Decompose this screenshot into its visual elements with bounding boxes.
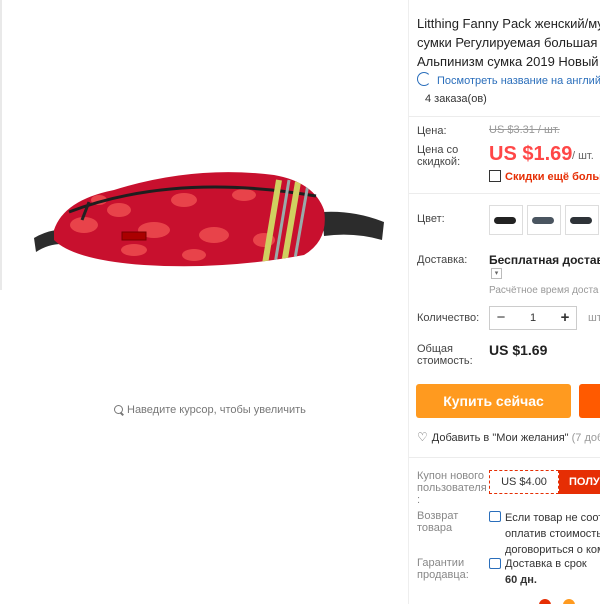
orders-count: 4 заказа(ов) — [425, 93, 487, 105]
quantity-stepper: − 1 + — [489, 306, 577, 330]
quantity-input[interactable]: 1 — [512, 307, 554, 329]
thumbnail-strip[interactable] — [0, 0, 2, 290]
color-swatch-dark-camo[interactable] — [565, 205, 599, 235]
product-title: Litthing Fanny Pack женский/му сумки Рег… — [417, 16, 600, 69]
heart-plus-icon: ♡ — [417, 430, 428, 444]
discount-price: US $1.69 — [489, 143, 573, 165]
divider — [409, 116, 600, 117]
magnifier-icon — [114, 405, 123, 414]
add-to-cart-button[interactable] — [579, 384, 600, 418]
translate-title-link[interactable]: Посмотреть название на англий — [417, 72, 600, 87]
returns-policy-text: Если товар не соотв оплатив стоимость до… — [505, 512, 600, 556]
price-unit: / шт. — [572, 150, 594, 162]
color-label: Цвет: — [417, 213, 445, 225]
zoom-hint: Наведите курсор, чтобы увеличить — [114, 404, 306, 416]
returns-icon — [489, 511, 501, 522]
wishlist-count: (7 доб — [571, 432, 600, 444]
coupon-value: US $4.00 — [489, 470, 559, 494]
shipping-label: Доставка: — [417, 254, 468, 266]
total-label: Общая стоимость: — [417, 343, 473, 367]
guarantee-text: Доставка в срок 60 дн. — [505, 558, 587, 586]
qr-code-icon — [489, 170, 501, 182]
quantity-decrease-button[interactable]: − — [490, 307, 512, 329]
total-price: US $1.69 — [489, 342, 548, 358]
get-coupon-button[interactable]: ПОЛУ — [559, 470, 600, 494]
product-image[interactable] — [24, 140, 394, 290]
add-to-wishlist-link[interactable]: ♡Добавить в "Мои желания" (7 доб — [417, 430, 600, 444]
price-label: Цена: — [417, 125, 447, 137]
returns-label: Возврат товара — [417, 510, 459, 534]
qr-discount-link[interactable]: Скидки ещё больше — [489, 170, 600, 183]
delivery-guarantee-icon — [489, 558, 501, 569]
divider — [409, 457, 600, 458]
color-swatch-grey-camo[interactable] — [527, 205, 561, 235]
guarantee-label: Гарантии продавца: — [417, 557, 469, 581]
delivery-estimate: Расчётное время доста — [489, 285, 599, 296]
payment-icon — [563, 599, 576, 604]
buy-now-button[interactable]: Купить сейчас — [416, 384, 571, 418]
payment-icon — [539, 599, 551, 604]
translate-icon — [417, 72, 431, 86]
chevron-down-icon[interactable]: ▾ — [491, 268, 502, 279]
shipping-method[interactable]: Бесплатная доставка — [489, 253, 600, 267]
quantity-label: Количество: — [417, 312, 480, 324]
product-info-panel: Litthing Fanny Pack женский/му сумки Рег… — [408, 0, 600, 604]
old-price: US $3.31 / шт. — [489, 124, 560, 136]
quantity-increase-button[interactable]: + — [554, 307, 576, 329]
zoom-hint-text: Наведите курсор, чтобы увеличить — [127, 404, 306, 416]
discount-price-label: Цена со скидкой: — [417, 144, 461, 168]
product-gallery: Наведите курсор, чтобы увеличить — [4, 0, 404, 604]
quantity-unit: шт. — [588, 312, 600, 324]
divider — [409, 193, 600, 194]
payment-icons — [539, 598, 600, 604]
color-swatch-black[interactable] — [489, 205, 523, 235]
coupon-label: Купон нового пользователя : — [417, 470, 487, 506]
